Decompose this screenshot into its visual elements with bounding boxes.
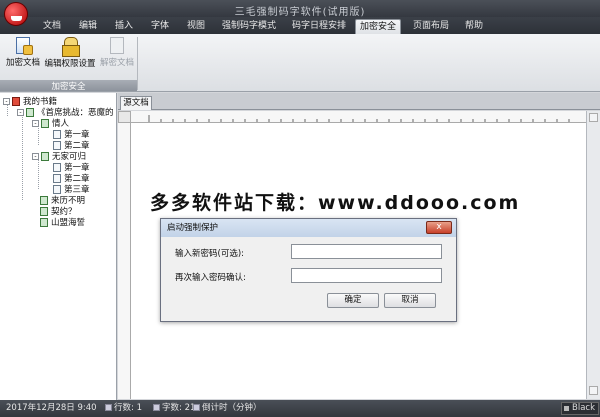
tree-chapter-label: 第一章: [64, 130, 90, 140]
app-window: 三毛强制码字软件(试用版) 文档 编辑 插入 字体 视图 强制码字模式 码字日程…: [0, 0, 600, 417]
collapse-toggle-icon[interactable]: -: [17, 109, 24, 116]
tree-book[interactable]: - 《首席挑战：恶魔的: [17, 108, 114, 119]
decrypt-document-label: 解密文档: [99, 58, 134, 68]
ruler-ticks: [148, 115, 570, 122]
ribbon-group-label: 加密安全: [0, 80, 137, 92]
chars-icon: [153, 404, 160, 411]
lines-icon: [105, 404, 112, 411]
page-icon: [53, 163, 61, 172]
ribbon: 加密文档 编辑权限设置 解密文档 加密安全: [0, 34, 600, 92]
tree-chapter[interactable]: 第三章: [53, 185, 90, 196]
book-tree[interactable]: - 我的书籍 - 《首席挑战：恶魔的 - 情人 第一章 第二章 - 无家可归 第一章 第…: [0, 93, 117, 400]
tree-root-label: 我的书籍: [23, 97, 58, 107]
tab-font[interactable]: 字体: [146, 19, 174, 34]
edit-permission-label: 编辑权限设置: [44, 59, 96, 69]
tree-book-label: 《首席挑战：恶魔的: [37, 108, 114, 118]
tree-root[interactable]: - 我的书籍: [3, 97, 57, 108]
ruler-corner[interactable]: [118, 111, 131, 123]
tree-chapter-label: 第一章: [64, 163, 90, 173]
page-icon: [53, 174, 61, 183]
tab-document[interactable]: 文档: [38, 19, 66, 34]
folder-icon: [40, 218, 48, 227]
tree-volume-label: 无家可归: [52, 152, 87, 162]
decrypt-document-button[interactable]: 解密文档: [98, 37, 136, 71]
tree-chapter[interactable]: 第一章: [53, 130, 90, 141]
folder-icon: [41, 152, 49, 161]
status-datetime: 2017年12月28日 9:40: [6, 403, 97, 413]
tab-typing-schedule[interactable]: 码字日程安排: [288, 19, 350, 34]
horizontal-ruler[interactable]: [131, 111, 586, 123]
ok-button[interactable]: 确定: [327, 293, 379, 308]
tab-view[interactable]: 视图: [182, 19, 210, 34]
edit-permission-button[interactable]: 编辑权限设置: [44, 37, 96, 71]
status-countdown[interactable]: 倒计时（分钟）: [193, 400, 262, 417]
encrypt-document-icon: [16, 37, 33, 55]
document-tab-bar: 源文档: [118, 93, 600, 110]
vertical-scrollbar[interactable]: [586, 111, 600, 399]
page-icon: [53, 185, 61, 194]
confirm-password-label: 再次输入密码确认:: [175, 273, 246, 283]
tree-volume-label: 契约？: [51, 207, 77, 217]
status-chars-text: 字数: 21: [162, 403, 196, 413]
tab-source-document[interactable]: 源文档: [120, 96, 152, 110]
decrypt-document-icon: [110, 37, 124, 54]
status-chars: 字数: 21: [153, 400, 195, 417]
tree-volume-label: 来历不明: [51, 196, 86, 206]
folder-icon: [41, 119, 49, 128]
lock-icon: [61, 37, 80, 57]
tree-volume[interactable]: - 无家可归: [32, 152, 86, 163]
tab-page-layout[interactable]: 页面布局: [408, 19, 454, 34]
tree-chapter-label: 第二章: [64, 141, 90, 151]
tree-chapter[interactable]: 第二章: [53, 141, 90, 152]
tree-volume[interactable]: 契约？: [40, 207, 77, 218]
window-title: 三毛强制码字软件(试用版): [234, 7, 366, 18]
status-lines-text: 行数: 1: [114, 403, 142, 413]
page-icon: [53, 141, 61, 150]
tree-chapter[interactable]: 第一章: [53, 163, 90, 174]
menu-bar: 文档 编辑 插入 字体 视图 强制码字模式 码字日程安排 加密安全 页面布局 帮…: [0, 17, 600, 34]
tab-insert[interactable]: 插入: [110, 19, 138, 34]
book-icon: [26, 108, 34, 117]
tree-volume-label: 山盟海誓: [51, 218, 86, 228]
document-text: 多多软件站下载：www.ddooo.com: [150, 192, 521, 214]
tree-volume-label: 情人: [52, 119, 70, 129]
tree-volume[interactable]: 来历不明: [40, 196, 85, 207]
start-protection-dialog: 启动强制保护 x 输入新密码(可选): 再次输入密码确认: 确定 取消: [160, 218, 457, 322]
tab-encryption-security[interactable]: 加密安全: [355, 19, 401, 34]
encrypt-document-button[interactable]: 加密文档: [4, 37, 42, 71]
tab-help[interactable]: 帮助: [460, 19, 488, 34]
new-password-input[interactable]: [291, 244, 442, 259]
tree-volume[interactable]: 山盟海誓: [40, 218, 85, 229]
dialog-title: 启动强制保护: [161, 219, 456, 237]
collapse-toggle-icon[interactable]: -: [32, 120, 39, 127]
tab-forced-typing-mode[interactable]: 强制码字模式: [218, 19, 280, 34]
scroll-up-icon[interactable]: [589, 113, 598, 122]
status-countdown-text: 倒计时（分钟）: [202, 403, 262, 413]
tree-chapter[interactable]: 第二章: [53, 174, 90, 185]
encrypt-document-label: 加密文档: [5, 58, 40, 68]
folder-icon: [40, 207, 48, 216]
library-icon: [12, 97, 20, 106]
cancel-button[interactable]: 取消: [384, 293, 436, 308]
dialog-close-button[interactable]: x: [426, 221, 452, 234]
status-lines: 行数: 1: [105, 400, 142, 417]
tree-volume[interactable]: - 情人: [32, 119, 69, 130]
tree-chapter-label: 第二章: [64, 174, 90, 184]
folder-icon: [40, 196, 48, 205]
vertical-ruler[interactable]: [118, 123, 131, 399]
theme-selector[interactable]: Black: [561, 402, 599, 415]
timer-icon: [193, 404, 200, 411]
app-logo-icon[interactable]: [4, 2, 28, 26]
title-bar: 三毛强制码字软件(试用版): [0, 0, 600, 18]
confirm-password-input[interactable]: [291, 268, 442, 283]
collapse-toggle-icon[interactable]: -: [32, 153, 39, 160]
ribbon-group-divider: [137, 37, 138, 90]
tab-edit[interactable]: 编辑: [74, 19, 102, 34]
status-bar: 2017年12月28日 9:40 行数: 1 字数: 21 倒计时（分钟）: [0, 400, 600, 417]
tree-chapter-label: 第三章: [64, 185, 90, 195]
collapse-toggle-icon[interactable]: -: [3, 98, 10, 105]
scroll-down-icon[interactable]: [589, 386, 598, 395]
new-password-label: 输入新密码(可选):: [175, 249, 244, 259]
page-icon: [53, 130, 61, 139]
